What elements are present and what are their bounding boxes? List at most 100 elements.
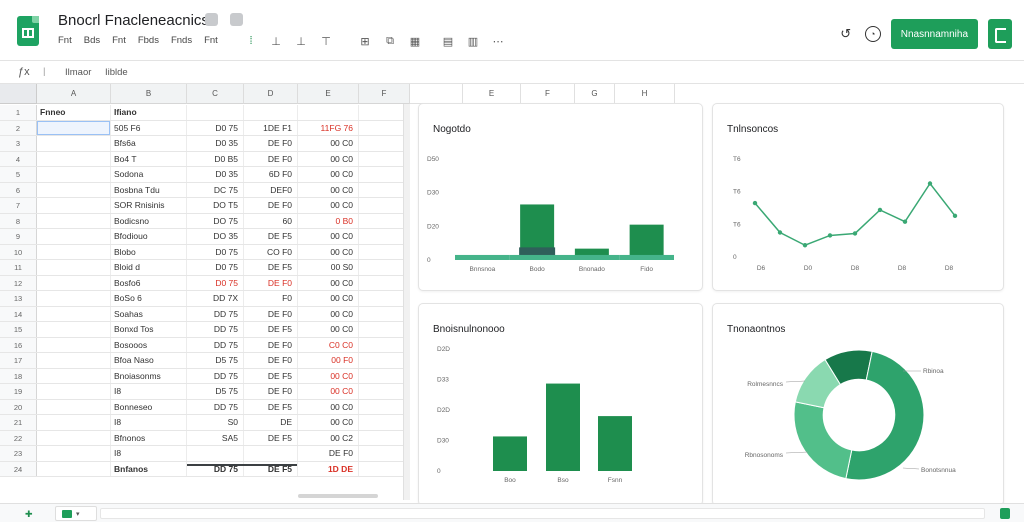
cell[interactable]: DE F5 (244, 430, 298, 445)
cell[interactable] (37, 446, 111, 461)
row-number[interactable]: 18 (0, 368, 37, 383)
cell[interactable]: 6D F0 (244, 167, 298, 182)
column-header[interactable]: H (615, 84, 675, 104)
cell[interactable]: Bosfo6 (111, 275, 187, 290)
cell[interactable] (37, 415, 111, 430)
cell[interactable]: D0 75 (187, 275, 244, 290)
cell[interactable]: Ifiano (111, 105, 187, 120)
cell[interactable]: 00 C0 (298, 415, 359, 430)
cell[interactable]: Bonneseo (111, 399, 187, 414)
cell[interactable]: DE F0 (244, 353, 298, 368)
cell[interactable]: C0 C0 (298, 337, 359, 352)
cell[interactable] (37, 151, 111, 166)
row-number[interactable]: 24 (0, 461, 37, 476)
chart-card-line[interactable]: Tnlnsoncos T6 T6 T6 0 D6 D0 D8 D8 D8 (712, 103, 1004, 291)
column-header[interactable]: C (187, 84, 244, 104)
row-number[interactable]: 9 (0, 229, 37, 244)
cell[interactable]: 00 C0 (298, 136, 359, 151)
column-header[interactable] (410, 84, 463, 104)
menu-item[interactable]: Fnds (171, 35, 192, 51)
cell[interactable]: SA5 (187, 430, 244, 445)
row-number[interactable]: 10 (0, 244, 37, 259)
row-number[interactable]: 8 (0, 213, 37, 228)
cell[interactable]: S0 (187, 415, 244, 430)
cell[interactable] (37, 198, 111, 213)
row-number[interactable]: 17 (0, 353, 37, 368)
cell[interactable]: 00 C0 (298, 229, 359, 244)
cell[interactable]: DE F0 (244, 198, 298, 213)
document-title[interactable]: Bnocrl Fnacleneacnicsit (58, 12, 216, 29)
cell[interactable]: I8 (111, 415, 187, 430)
menu-item[interactable]: Bds (84, 35, 100, 51)
cell-reference[interactable]: Ilmaor (65, 67, 91, 78)
cell[interactable]: D5 75 (187, 353, 244, 368)
cell[interactable]: Bfnonos (111, 430, 187, 445)
cell[interactable]: 00 C0 (298, 368, 359, 383)
cell[interactable] (37, 260, 111, 275)
comment-icon[interactable]: ◔ (864, 26, 881, 42)
row-number[interactable]: 14 (0, 306, 37, 321)
cell[interactable]: Bfs6a (111, 136, 187, 151)
cell[interactable] (298, 105, 359, 120)
cell[interactable]: D0 35 (187, 136, 244, 151)
cell[interactable]: CO F0 (244, 244, 298, 259)
cell[interactable] (37, 229, 111, 244)
cell[interactable]: D0 75 (187, 244, 244, 259)
cell[interactable]: 0 B0 (298, 213, 359, 228)
column-header[interactable]: F (521, 84, 575, 104)
cell[interactable]: DE F0 (244, 337, 298, 352)
cell[interactable]: DE F5 (244, 260, 298, 275)
sheet-tab[interactable]: ▾ (55, 506, 97, 521)
cell[interactable]: DC 75 (187, 182, 244, 197)
chart-card-donut[interactable]: Tnonaontnos Rbinoa Rolmesnncs Rbnosonoms Bo… (712, 303, 1004, 506)
row-number[interactable]: 1 (0, 105, 37, 120)
table-icon[interactable]: ▤ (441, 34, 455, 48)
row-number[interactable]: 22 (0, 430, 37, 445)
filter-icon[interactable]: ⊤ (319, 34, 333, 48)
cell[interactable]: DE F0 (244, 275, 298, 290)
cell[interactable]: DO T5 (187, 198, 244, 213)
cell[interactable]: DE F5 (244, 368, 298, 383)
cell[interactable]: DE F0 (244, 151, 298, 166)
cell[interactable] (37, 213, 111, 228)
cell[interactable]: DE F0 (244, 306, 298, 321)
cell[interactable]: 00 C0 (298, 198, 359, 213)
cell[interactable]: 00 C0 (298, 167, 359, 182)
borders-icon[interactable]: ⊞ (358, 34, 372, 48)
row-number[interactable]: 3 (0, 136, 37, 151)
column-header[interactable]: F (359, 84, 410, 104)
cell[interactable]: DD 75 (187, 337, 244, 352)
cell[interactable]: Bfoa Naso (111, 353, 187, 368)
cell[interactable]: 00 F0 (298, 353, 359, 368)
row-number[interactable]: 5 (0, 167, 37, 182)
cell[interactable]: 00 C0 (298, 275, 359, 290)
cell[interactable]: 1DE F1 (244, 120, 298, 135)
cell[interactable]: Bosbna Tdu (111, 182, 187, 197)
cell[interactable]: Bnfanos (111, 461, 187, 476)
cell[interactable]: I8 (111, 384, 187, 399)
chart-icon[interactable]: ▥ (466, 34, 480, 48)
function-icon[interactable]: ƒx (18, 66, 30, 78)
cell[interactable]: D0 35 (187, 167, 244, 182)
history-icon[interactable]: ↺ (837, 25, 855, 43)
star-icon[interactable] (205, 13, 218, 26)
row-number[interactable]: 16 (0, 337, 37, 352)
cell[interactable]: Soahas (111, 306, 187, 321)
cell[interactable]: 00 C0 (298, 182, 359, 197)
cell[interactable] (37, 120, 111, 135)
add-sheet-icon[interactable]: ✚ (25, 509, 33, 520)
row-number[interactable]: 7 (0, 198, 37, 213)
share-button[interactable]: Nnasnnamniha (890, 19, 978, 49)
cell[interactable]: D0 75 (187, 260, 244, 275)
cell[interactable] (187, 105, 244, 120)
cell[interactable]: DE (244, 415, 298, 430)
cell[interactable] (37, 353, 111, 368)
cell[interactable]: 00 C0 (298, 322, 359, 337)
cell[interactable]: DO 35 (187, 229, 244, 244)
folder-icon[interactable] (230, 13, 243, 26)
row-number[interactable]: 19 (0, 384, 37, 399)
row-number[interactable]: 20 (0, 399, 37, 414)
align-icon[interactable]: ⊥ (294, 34, 308, 48)
cell[interactable]: 00 C0 (298, 384, 359, 399)
cell[interactable]: D0 75 (187, 120, 244, 135)
